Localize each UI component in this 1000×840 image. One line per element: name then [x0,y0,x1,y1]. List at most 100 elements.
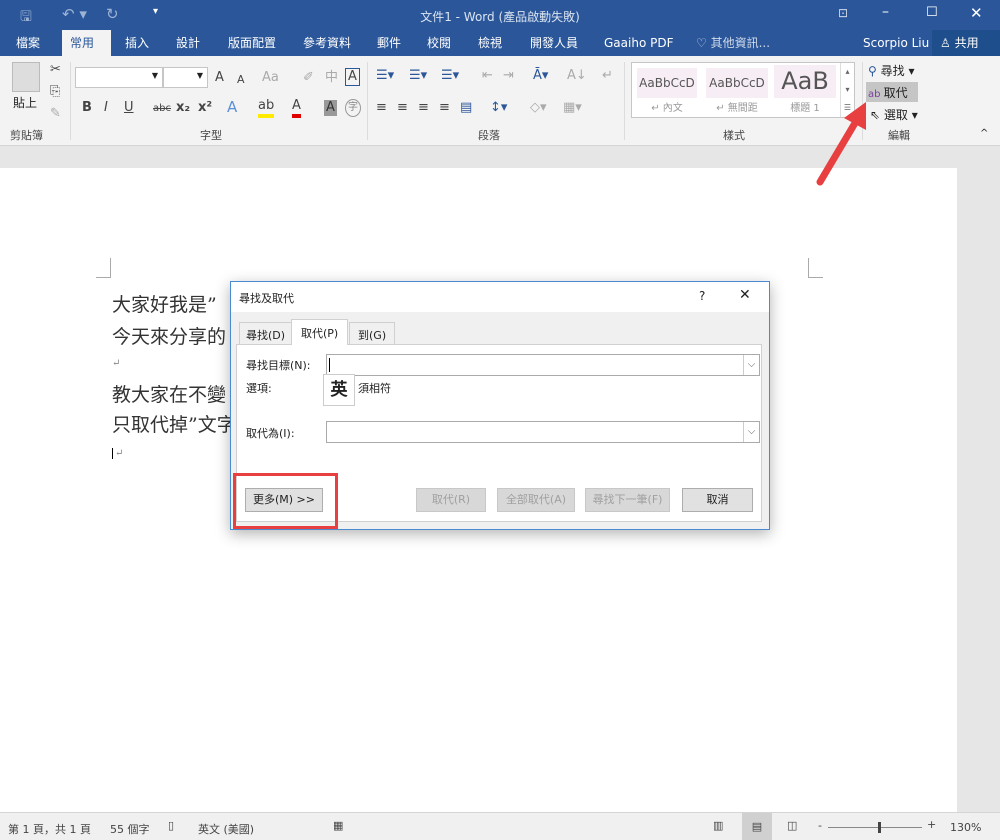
superscript-button[interactable]: x² [198,100,212,116]
italic-button[interactable]: I [104,100,108,116]
doc-line: 大家好我是” [112,294,217,316]
window-title: 文件1 - Word (產品啟動失敗) [420,10,580,24]
find-next-button[interactable]: 尋找下一筆(F) [585,488,670,512]
enclose-characters-button[interactable]: 字 [345,99,361,117]
bullets-icon[interactable]: ☰▾ [376,68,394,84]
strikethrough-button[interactable]: abc [153,101,171,117]
clear-format-icon[interactable]: ✐ [303,70,314,86]
cancel-button[interactable]: 取消 [682,488,753,512]
underline-button[interactable]: U [124,100,134,116]
align-left-icon[interactable]: ≡ [376,100,387,116]
tab-file[interactable]: 檔案 [8,30,48,56]
share-button[interactable]: ♙ 共用 [932,30,1000,56]
user-name[interactable]: Scorpio Liu [855,30,937,56]
asian-layout-icon[interactable]: Ā▾ [533,68,548,84]
character-shading-button[interactable]: A [324,100,337,116]
tab-view[interactable]: 檢視 [470,30,510,56]
replace-all-button[interactable]: 全部取代(A) [497,488,575,512]
tab-replace[interactable]: 取代(P) [291,319,349,345]
change-case-icon[interactable]: Aa [262,70,279,86]
distributed-icon[interactable]: ▤ [460,100,472,116]
subscript-button[interactable]: x₂ [176,100,190,116]
ribbon-display-icon[interactable]: ⊡ [838,6,848,20]
tab-review[interactable]: 校閱 [419,30,459,56]
grow-font-icon[interactable]: A [215,70,224,86]
zoom-level[interactable]: 130% [950,821,981,834]
print-layout-icon[interactable]: ▤ [742,813,772,840]
word-count[interactable]: 55 個字 [110,821,150,837]
tab-home[interactable]: 常用 [62,30,111,56]
justify-icon[interactable]: ≡ [439,100,450,116]
shading-icon[interactable]: ◇▾ [530,100,547,116]
font-size-input[interactable]: ▼ [163,67,208,88]
find-button[interactable]: ⚲ 尋找 ▾ [868,62,914,79]
select-label: 選取 [883,108,908,122]
help-button[interactable]: ? [699,289,705,303]
line-spacing-icon[interactable]: ↕▾ [490,100,507,116]
tab-references[interactable]: 參考資料 [295,30,359,56]
borders-icon[interactable]: ▦▾ [563,100,582,116]
style-normal[interactable]: AaBbCcD [637,68,697,98]
align-right-icon[interactable]: ≡ [418,100,429,116]
page-count[interactable]: 第 1 頁，共 1 頁 [8,821,91,837]
doc-line: 教大家在不變 [112,384,227,406]
tab-gaaiho-pdf[interactable]: Gaaiho PDF [596,30,681,56]
replace-one-button[interactable]: 取代(R) [416,488,486,512]
increase-indent-icon[interactable]: ⇥ [503,68,514,84]
options-value: 須相符 [358,382,391,395]
align-center-icon[interactable]: ≡ [397,100,408,116]
multilevel-list-icon[interactable]: ☰▾ [441,68,459,84]
doc-line: 只取代掉”文字 [112,414,236,436]
style-no-spacing[interactable]: AaBbCcD [706,68,768,98]
macro-icon[interactable]: ▦ [333,819,343,832]
tab-insert[interactable]: 插入 [117,30,157,56]
highlight-icon[interactable]: ab [258,98,275,118]
font-name-input[interactable]: ▼ [75,67,163,88]
copy-icon[interactable]: ⎘ [50,84,60,100]
tab-design[interactable]: 設計 [168,30,208,56]
text-effects-icon[interactable]: A [227,99,237,115]
tab-mailings[interactable]: 郵件 [369,30,409,56]
read-mode-icon[interactable]: ▥ [713,819,723,832]
bold-button[interactable]: B [82,100,92,116]
collapse-ribbon-icon[interactable]: ^ [980,128,988,139]
dialog-title: 尋找及取代 [239,292,294,305]
numbering-icon[interactable]: ☰▾ [409,68,427,84]
paste-button[interactable]: 貼上 [13,94,37,111]
editing-group-label: 編輯 [888,129,910,142]
tab-goto[interactable]: 到(G) [349,322,396,344]
tab-layout[interactable]: 版面配置 [220,30,284,56]
zoom-in-button[interactable]: + [927,818,936,831]
tab-find[interactable]: 尋找(D) [239,322,293,344]
format-painter-icon[interactable]: ✎ [50,106,61,122]
minimize-button[interactable]: – [882,4,889,20]
annotation-arrow [816,102,866,186]
dialog-close-button[interactable]: ✕ [739,287,751,303]
paste-icon[interactable] [12,62,40,92]
tab-developer[interactable]: 開發人員 [522,30,586,56]
zoom-out-button[interactable]: - [818,819,822,832]
tell-me[interactable]: ♡ 其他資訊... [688,30,778,56]
language[interactable]: 英文 (美國) [198,821,254,837]
sort-icon[interactable]: A↓ [567,68,587,84]
character-border-icon[interactable]: A [345,68,360,86]
show-marks-icon[interactable]: ↵ [602,68,613,84]
replace-input[interactable]: ⌵ [326,421,760,443]
find-input[interactable]: ⌵ [326,354,760,376]
proofing-icon[interactable]: ▯ [168,819,174,832]
zoom-slider-thumb[interactable] [877,822,881,833]
close-button[interactable]: ✕ [970,4,983,22]
decrease-indent-icon[interactable]: ⇤ [482,68,493,84]
web-layout-icon[interactable]: ◫ [787,819,797,832]
cut-icon[interactable]: ✂ [50,62,61,78]
margin-mark [808,258,823,278]
zoom-slider[interactable] [828,822,922,833]
maximize-button[interactable]: ☐ [926,5,938,20]
phonetic-guide-icon[interactable]: 中 [325,70,338,86]
chevron-down-icon[interactable]: ⌵ [743,355,759,375]
shrink-font-icon[interactable]: A [237,72,245,88]
status-bar: 第 1 頁，共 1 頁 55 個字 ▯ 英文 (美國) ▦ ▥ ▤ ◫ - + … [0,812,1000,840]
font-color-button[interactable]: A [292,98,301,118]
chevron-down-icon[interactable]: ⌵ [743,422,759,442]
search-icon: ⚲ [868,64,881,78]
